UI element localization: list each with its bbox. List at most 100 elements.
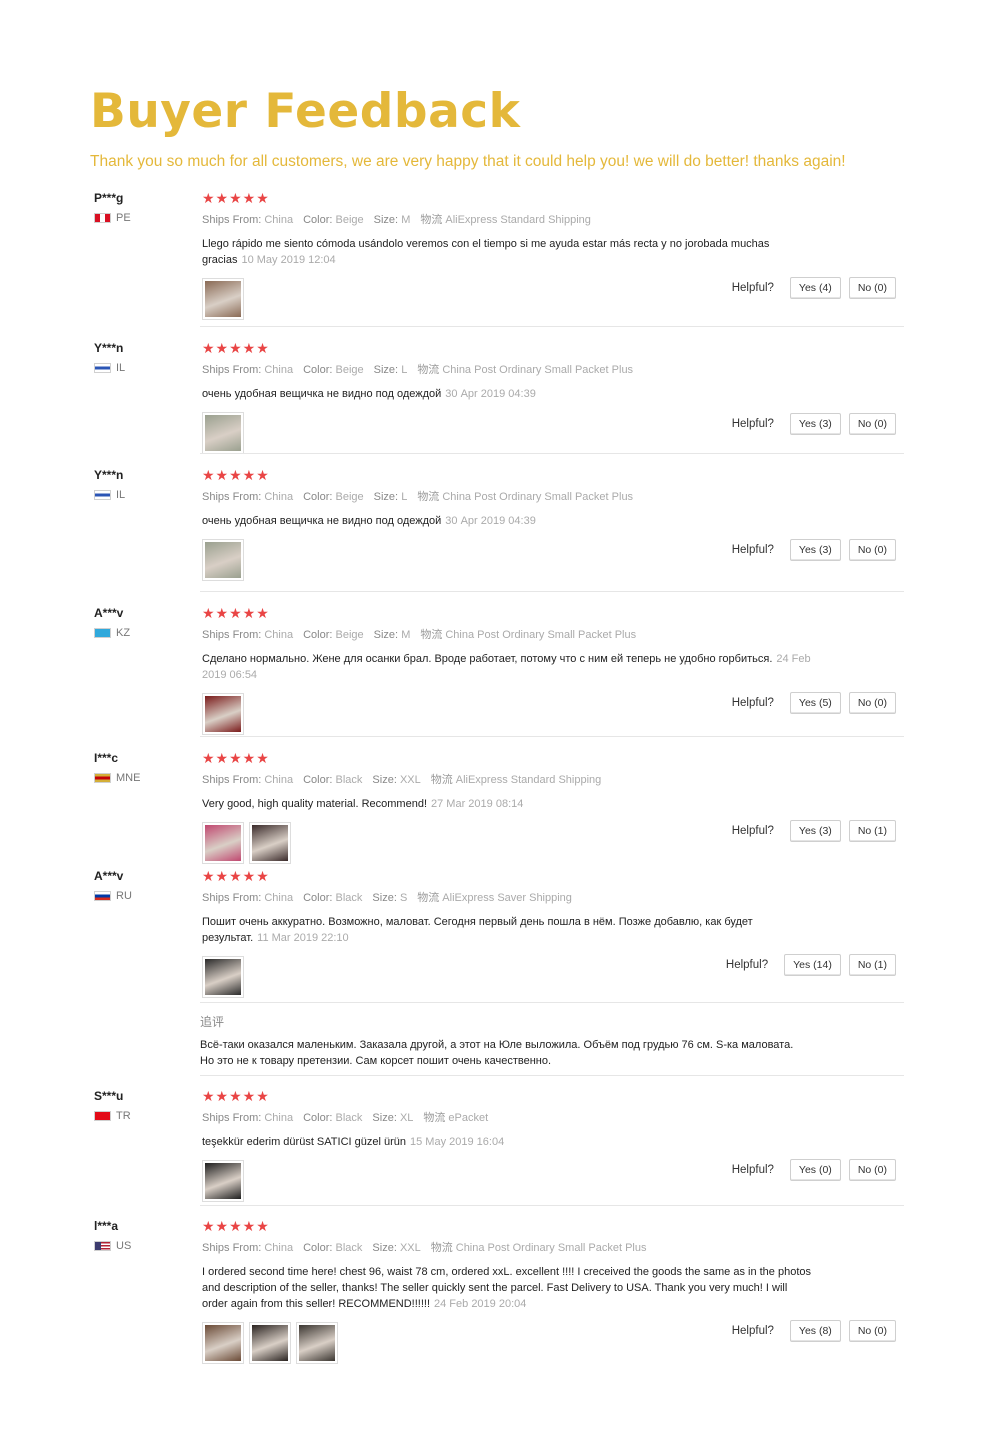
- order-info: Ships From: China Color: Black Size: XXL 物流…: [202, 1239, 902, 1255]
- reviewer-name: P***g: [94, 191, 124, 205]
- helpful-vote: Helpful? Yes (3) No (0): [732, 413, 896, 435]
- shipping-method: 物流 ePacket: [423, 1112, 489, 1124]
- logistics-icon: 物流: [430, 1242, 453, 1254]
- order-info: Ships From: China Color: Black Size: XXL 物流…: [202, 771, 902, 787]
- size-option: Size: XXL: [372, 1242, 421, 1254]
- ships-from: Ships From: China: [202, 214, 294, 226]
- reviewer-info: A***v RU: [94, 868, 194, 902]
- helpful-no-button[interactable]: No (0): [848, 1159, 896, 1181]
- star-rating-icon: ★★★★★: [202, 467, 270, 483]
- helpful-yes-button[interactable]: Yes (3): [789, 820, 841, 842]
- star-rating-icon: ★★★★★: [202, 868, 270, 884]
- reviewer-country: US: [94, 1240, 194, 1252]
- review-divider: [200, 453, 904, 454]
- review-text: Llego rápido me siento cómoda usándolo v…: [202, 238, 770, 266]
- ships-from: Ships From: China: [202, 629, 294, 641]
- helpful-yes-button[interactable]: Yes (5): [789, 692, 841, 714]
- review-photo-thumbnail[interactable]: [202, 412, 244, 454]
- reviewer-info: S***u TR: [94, 1088, 194, 1122]
- helpful-vote: Helpful? Yes (4) No (0): [732, 277, 896, 299]
- helpful-vote: Helpful? Yes (5) No (0): [732, 692, 896, 714]
- review-photo-thumbnail[interactable]: [202, 956, 244, 998]
- review-photo-thumbnail[interactable]: [249, 1322, 291, 1364]
- review-photo-thumbnail[interactable]: [202, 1322, 244, 1364]
- shipping-method: 物流 AliExpress Standard Shipping: [430, 774, 602, 786]
- reviewer-country: PE: [94, 212, 194, 224]
- country-code: IL: [116, 362, 126, 374]
- review-photo-thumbnail[interactable]: [202, 1160, 244, 1202]
- helpful-label: Helpful?: [731, 825, 774, 837]
- review-divider: [200, 1075, 904, 1076]
- helpful-no-button[interactable]: No (0): [848, 692, 896, 714]
- review-photo-thumbnail[interactable]: [202, 822, 244, 864]
- turkey-flag-icon: [94, 1111, 111, 1121]
- reviewer-name: Y***n: [94, 468, 124, 482]
- review-photo-thumbnail[interactable]: [202, 539, 244, 581]
- shipping-method: 物流 China Post Ordinary Small Packet Plus: [430, 1242, 647, 1254]
- followup-text: Всё-таки оказался маленьким. Заказала др…: [200, 1039, 794, 1067]
- logistics-icon: 物流: [423, 1112, 446, 1124]
- size-option: Size: L: [373, 364, 408, 376]
- review-text: очень удобная вещичка не видно под одежд…: [202, 388, 536, 400]
- country-code: IL: [116, 489, 126, 501]
- helpful-label: Helpful?: [731, 544, 774, 556]
- helpful-yes-button[interactable]: Yes (8): [789, 1320, 841, 1342]
- shipping-method: 物流 AliExpress Standard Shipping: [420, 214, 591, 226]
- review-photo-thumbnail[interactable]: [296, 1322, 338, 1364]
- ships-from: Ships From: China: [202, 1242, 294, 1254]
- helpful-yes-button[interactable]: Yes (3): [789, 413, 841, 435]
- review-date: 30 Apr 2019 04:39: [445, 388, 536, 400]
- size-option: Size: S: [372, 892, 408, 904]
- star-rating-icon: ★★★★★: [202, 1218, 270, 1234]
- helpful-yes-button[interactable]: Yes (4): [789, 277, 841, 299]
- review-date: 30 Apr 2019 04:39: [445, 515, 536, 527]
- helpful-label: Helpful?: [731, 697, 774, 709]
- review-divider: [200, 736, 904, 737]
- helpful-yes-button[interactable]: Yes (14): [784, 954, 841, 976]
- israel-flag-icon: [94, 363, 111, 373]
- helpful-no-button[interactable]: No (1): [848, 954, 896, 976]
- helpful-no-button[interactable]: No (0): [848, 539, 896, 561]
- star-rating-icon: ★★★★★: [202, 605, 270, 621]
- reviewer-country: MNE: [94, 772, 194, 784]
- review-text: teşekkür ederim dürüst SATICI güzel ürün…: [202, 1136, 505, 1148]
- helpful-yes-button[interactable]: Yes (0): [789, 1159, 841, 1181]
- star-rating-icon: ★★★★★: [202, 1088, 270, 1104]
- reviewer-country: KZ: [94, 627, 194, 639]
- order-info: Ships From: China Color: Beige Size: M 物流 Ch…: [202, 626, 902, 642]
- review-text: очень удобная вещичка не видно под одежд…: [202, 515, 536, 527]
- helpful-no-button[interactable]: No (0): [848, 1320, 896, 1342]
- review-photo-thumbnail[interactable]: [202, 278, 244, 320]
- review-photo-thumbnail[interactable]: [249, 822, 291, 864]
- review-divider: [200, 1002, 904, 1003]
- reviewer-name: A***v: [94, 869, 124, 883]
- star-rating-icon: ★★★★★: [202, 750, 270, 766]
- country-code: KZ: [116, 627, 131, 639]
- reviewer-info: Y***n IL: [94, 467, 194, 501]
- helpful-no-button[interactable]: No (0): [848, 277, 896, 299]
- order-info: Ships From: China Color: Beige Size: L 物流 Ch…: [202, 361, 902, 377]
- star-rating-icon: ★★★★★: [202, 190, 270, 206]
- country-code: PE: [116, 212, 131, 224]
- helpful-yes-button[interactable]: Yes (3): [789, 539, 841, 561]
- color-option: Color: Black: [303, 1242, 363, 1254]
- review-body: ★★★★★ Ships From: China Color: Beige Size: …: [202, 190, 902, 320]
- reviewer-info: P***g PE: [94, 190, 194, 224]
- country-code: US: [116, 1240, 132, 1252]
- review-divider: [200, 326, 904, 327]
- review-date: 24 Feb 2019 20:04: [434, 1298, 527, 1310]
- reviewer-country: TR: [94, 1110, 194, 1122]
- review-body: ★★★★★ Ships From: China Color: Black Size: …: [202, 1218, 902, 1364]
- review-date: 27 Mar 2019 08:14: [431, 798, 524, 810]
- helpful-no-button[interactable]: No (0): [848, 413, 896, 435]
- logistics-icon: 物流: [430, 774, 453, 786]
- helpful-label: Helpful?: [731, 282, 774, 294]
- review-photo-thumbnail[interactable]: [202, 693, 244, 735]
- helpful-vote: Helpful? Yes (0) No (0): [732, 1159, 896, 1181]
- review-body: ★★★★★ Ships From: China Color: Beige Size: …: [202, 340, 902, 454]
- review-text: I ordered second time here! chest 96, wa…: [202, 1266, 811, 1310]
- color-option: Color: Black: [303, 1112, 363, 1124]
- order-info: Ships From: China Color: Beige Size: M 物流 Al…: [202, 211, 902, 227]
- country-code: RU: [116, 890, 132, 902]
- helpful-no-button[interactable]: No (1): [848, 820, 896, 842]
